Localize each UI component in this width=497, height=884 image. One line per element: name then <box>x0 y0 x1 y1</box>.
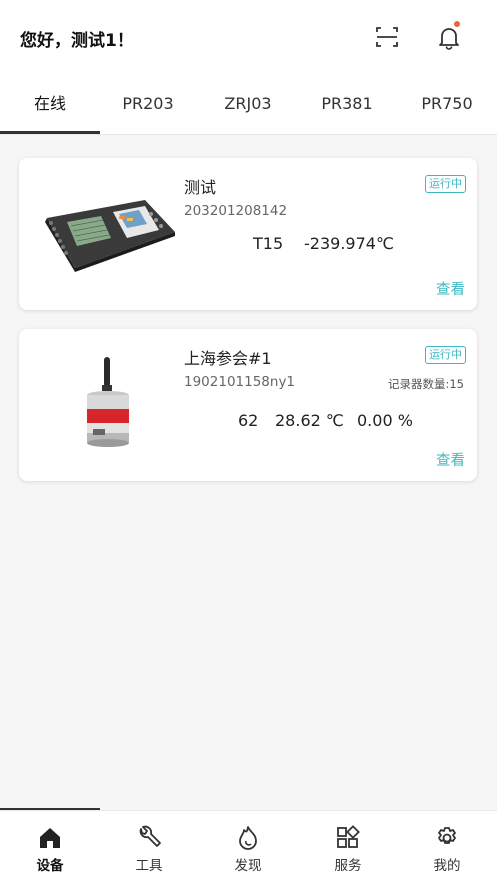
tab-pr381[interactable]: PR381 <box>297 76 397 132</box>
device-card[interactable]: 上海参会#1 1902101158ny1 运行中 记录器数量:15 62 28.… <box>19 329 477 481</box>
recorder-count: 记录器数量:15 <box>387 377 464 391</box>
nav-services[interactable]: 服务 <box>298 811 398 884</box>
tab-active-indicator <box>0 131 100 134</box>
nav-tools-label: 工具 <box>135 858 163 874</box>
nav-devices-label: 设备 <box>36 858 64 874</box>
greeting-text: 您好，测试1！ <box>20 31 134 51</box>
device-name: 上海参会#1 <box>184 349 272 368</box>
status-badge: 运行中 <box>425 346 466 364</box>
bell-icon[interactable] <box>436 24 462 50</box>
wireless-logger-image <box>87 357 129 447</box>
apps-icon <box>337 825 360 848</box>
tab-online[interactable]: 在线 <box>0 76 100 132</box>
nav-mine-label: 我的 <box>433 858 461 874</box>
home-icon <box>40 828 60 848</box>
device-serial: 203201208142 <box>184 203 288 219</box>
tab-zrj03[interactable]: ZRJ03 <box>198 76 298 132</box>
notification-dot <box>454 21 460 27</box>
gear-icon <box>438 827 456 844</box>
view-button[interactable]: 查看 <box>436 449 465 470</box>
nav-devices[interactable]: 设备 <box>0 811 100 884</box>
wrench-icon <box>139 825 161 847</box>
nav-tools[interactable]: 工具 <box>99 811 199 884</box>
bottom-nav: 设备 工具 发现 服务 我的 <box>0 810 497 884</box>
flame-icon <box>239 826 257 850</box>
nav-mine[interactable]: 我的 <box>397 811 497 884</box>
reading-a: 62 <box>238 411 259 430</box>
view-button[interactable]: 查看 <box>436 278 465 299</box>
reading-temperature: 28.62 ℃ <box>275 411 344 430</box>
device-name: 测试 <box>184 178 217 197</box>
tab-pr750[interactable]: PR750 <box>397 76 497 132</box>
tab-pr203[interactable]: PR203 <box>98 76 198 132</box>
device-serial: 1902101158ny1 <box>184 374 296 390</box>
scan-icon[interactable] <box>374 24 400 50</box>
device-type-tabs: 在线 PR203 ZRJ03 PR381 PR750 <box>0 76 497 135</box>
app-header: 您好，测试1！ <box>0 0 497 76</box>
nav-discover-label: 发现 <box>234 858 262 874</box>
reading-value: -239.974℃ <box>304 234 394 253</box>
nav-services-label: 服务 <box>334 858 362 874</box>
status-badge: 运行中 <box>425 175 466 193</box>
reading-humidity: 0.00 % <box>357 411 413 430</box>
device-card[interactable]: 测试 203201208142 运行中 T15 -239.974℃ 查看 <box>19 158 477 310</box>
data-logger-image <box>45 200 175 272</box>
reading-channel: T15 <box>253 234 284 253</box>
nav-discover[interactable]: 发现 <box>198 811 298 884</box>
